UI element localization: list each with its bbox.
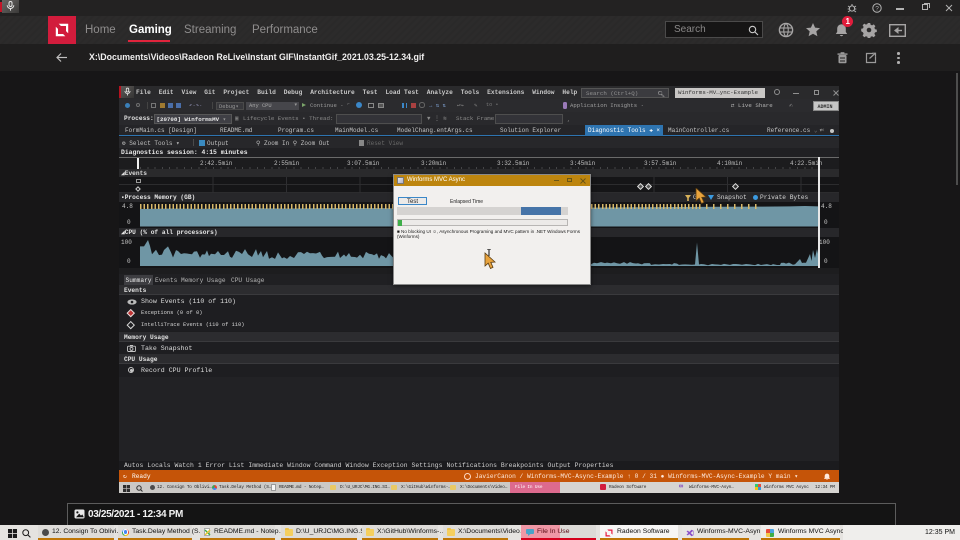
svg-text:?: ?	[875, 5, 879, 12]
